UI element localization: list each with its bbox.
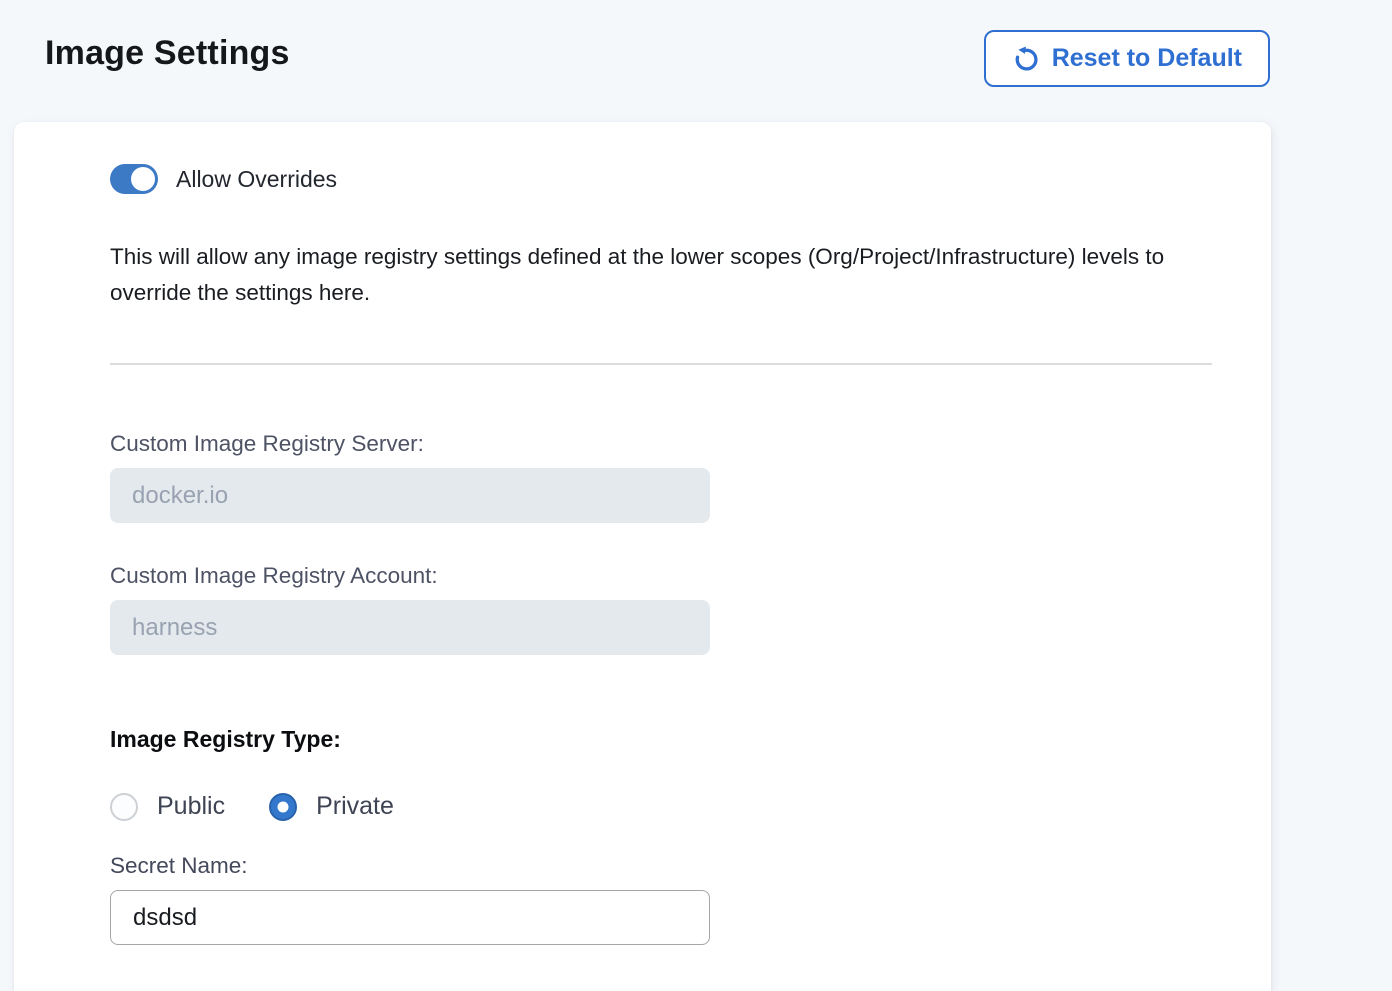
private-radio[interactable] <box>269 793 297 821</box>
registry-type-label: Image Registry Type: <box>110 726 1271 753</box>
allow-overrides-toggle[interactable] <box>110 164 158 194</box>
reset-to-default-button[interactable]: Reset to Default <box>984 30 1270 87</box>
allow-overrides-row: Allow Overrides <box>110 163 1271 195</box>
page-title: Image Settings <box>45 34 290 73</box>
radio-option-private[interactable]: Private <box>269 792 394 821</box>
overrides-description: This will allow any image registry setti… <box>110 239 1228 311</box>
registry-account-input <box>110 600 710 655</box>
secret-name-label: Secret Name: <box>110 853 1271 879</box>
private-radio-label: Private <box>316 792 394 821</box>
reset-button-label: Reset to Default <box>1052 44 1242 73</box>
public-radio-label: Public <box>157 792 225 821</box>
reset-icon <box>1012 45 1040 73</box>
registry-type-options: Public Private <box>110 792 1271 821</box>
toggle-knob <box>131 167 155 191</box>
public-radio[interactable] <box>110 793 138 821</box>
registry-account-label: Custom Image Registry Account: <box>110 563 1271 589</box>
secret-name-input[interactable] <box>110 890 710 945</box>
section-divider <box>110 363 1212 365</box>
registry-server-input <box>110 468 710 523</box>
settings-card: Allow Overrides This will allow any imag… <box>14 122 1271 991</box>
radio-option-public[interactable]: Public <box>110 792 225 821</box>
registry-server-label: Custom Image Registry Server: <box>110 431 1271 457</box>
allow-overrides-label: Allow Overrides <box>176 166 337 193</box>
image-settings-page: Image Settings Reset to Default Allow Ov… <box>0 0 1392 991</box>
